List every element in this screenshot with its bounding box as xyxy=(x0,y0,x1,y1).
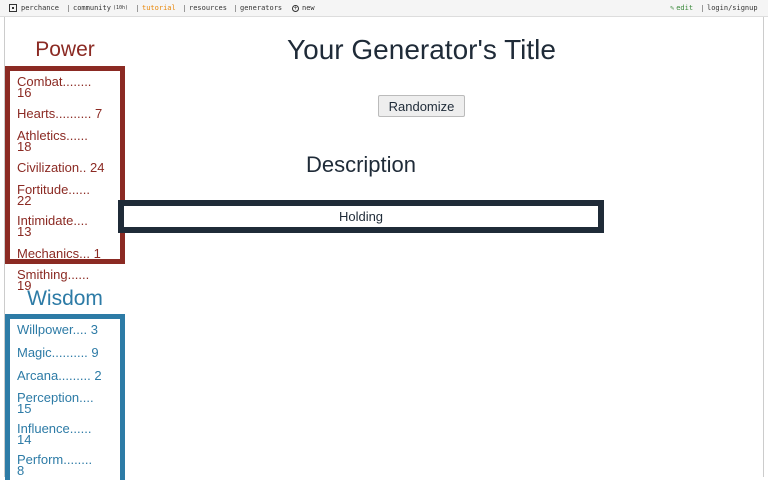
generator-title: Your Generator's Title xyxy=(287,34,556,65)
stat-value: 8 xyxy=(17,463,25,478)
stat-item-mechanics: Mechanics... 1 xyxy=(17,247,117,260)
stat-item-intimidate: Intimidate.... 13 xyxy=(17,214,117,239)
description-heading: Description xyxy=(305,152,417,177)
stat-name: Magic.......... xyxy=(17,345,88,360)
nav-generators-link[interactable]: generators xyxy=(235,4,282,12)
stat-item-fortitude: Fortitude...... 22 xyxy=(17,183,117,208)
nav-edit-label: edit xyxy=(676,4,694,12)
user-icon xyxy=(702,4,703,12)
power-heading: Power xyxy=(35,38,95,61)
stat-name: Mechanics... xyxy=(17,246,90,261)
stat-value: 13 xyxy=(17,224,32,239)
nav-tutorial-label: tutorial xyxy=(142,4,176,12)
stat-name: Arcana......... xyxy=(17,368,91,383)
nav-tutorial-link[interactable]: tutorial xyxy=(137,4,176,12)
stat-value: 7 xyxy=(91,106,103,121)
stat-item-willpower: Willpower.... 3 xyxy=(17,323,117,336)
nav-login-link[interactable]: login/signup xyxy=(702,4,758,12)
stat-item-magic: Magic.......... 9 xyxy=(17,346,117,359)
stat-item-hearts: Hearts.......... 7 xyxy=(17,107,117,120)
stats-sidebar: Power Combat........ 16 Hearts.......... 7… xyxy=(0,0,130,480)
stat-name: Perform........ xyxy=(17,452,93,467)
stat-value: 1 xyxy=(89,246,101,261)
stat-value: 15 xyxy=(17,401,32,416)
output-text: Holding xyxy=(338,209,384,224)
stat-value: 24 xyxy=(86,160,105,175)
nav-generators-label: generators xyxy=(240,4,283,12)
stat-item-influence: Influence...... 14 xyxy=(17,422,117,447)
stat-item-combat: Combat........ 16 xyxy=(17,75,117,100)
stat-item-perform: Perform........ 8 xyxy=(17,452,117,478)
nav-login-label: login/signup xyxy=(707,4,758,12)
stat-item-perception: Perception.... 15 xyxy=(17,391,117,416)
stat-value: 22 xyxy=(17,193,32,208)
plus-circle-icon: + xyxy=(292,4,299,12)
nav-new-label: new xyxy=(302,4,315,12)
stat-value: 18 xyxy=(17,139,32,154)
nav-new-link[interactable]: + new xyxy=(292,4,315,12)
pencil-icon: ✎ xyxy=(670,4,675,12)
stat-name: Hearts.......... xyxy=(17,106,92,121)
nav-resources-label: resources xyxy=(189,4,227,12)
wisdom-heading: Wisdom xyxy=(27,287,103,310)
nav-resources-link[interactable]: resources xyxy=(184,4,227,12)
output-box: Holding xyxy=(118,200,604,233)
stat-value: 14 xyxy=(17,432,32,447)
resources-icon xyxy=(184,4,185,12)
randomize-button[interactable]: Randomize xyxy=(378,95,465,117)
stat-item-athletics: Athletics...... 18 xyxy=(17,129,117,154)
stat-name: Willpower.... xyxy=(17,322,88,337)
stat-value: 3 xyxy=(87,322,98,337)
nav-edit-link[interactable]: ✎ edit xyxy=(670,4,693,12)
stat-item-civilization: Civilization.. 24 xyxy=(17,161,117,174)
tutorial-icon xyxy=(137,4,138,12)
stat-value: 2 xyxy=(90,368,102,383)
stat-item-arcana: Arcana......... 2 xyxy=(17,369,117,382)
generators-icon xyxy=(235,4,236,12)
stat-value: 9 xyxy=(87,345,99,360)
stat-value: 16 xyxy=(17,85,32,100)
stat-name: Civilization.. xyxy=(17,160,87,175)
